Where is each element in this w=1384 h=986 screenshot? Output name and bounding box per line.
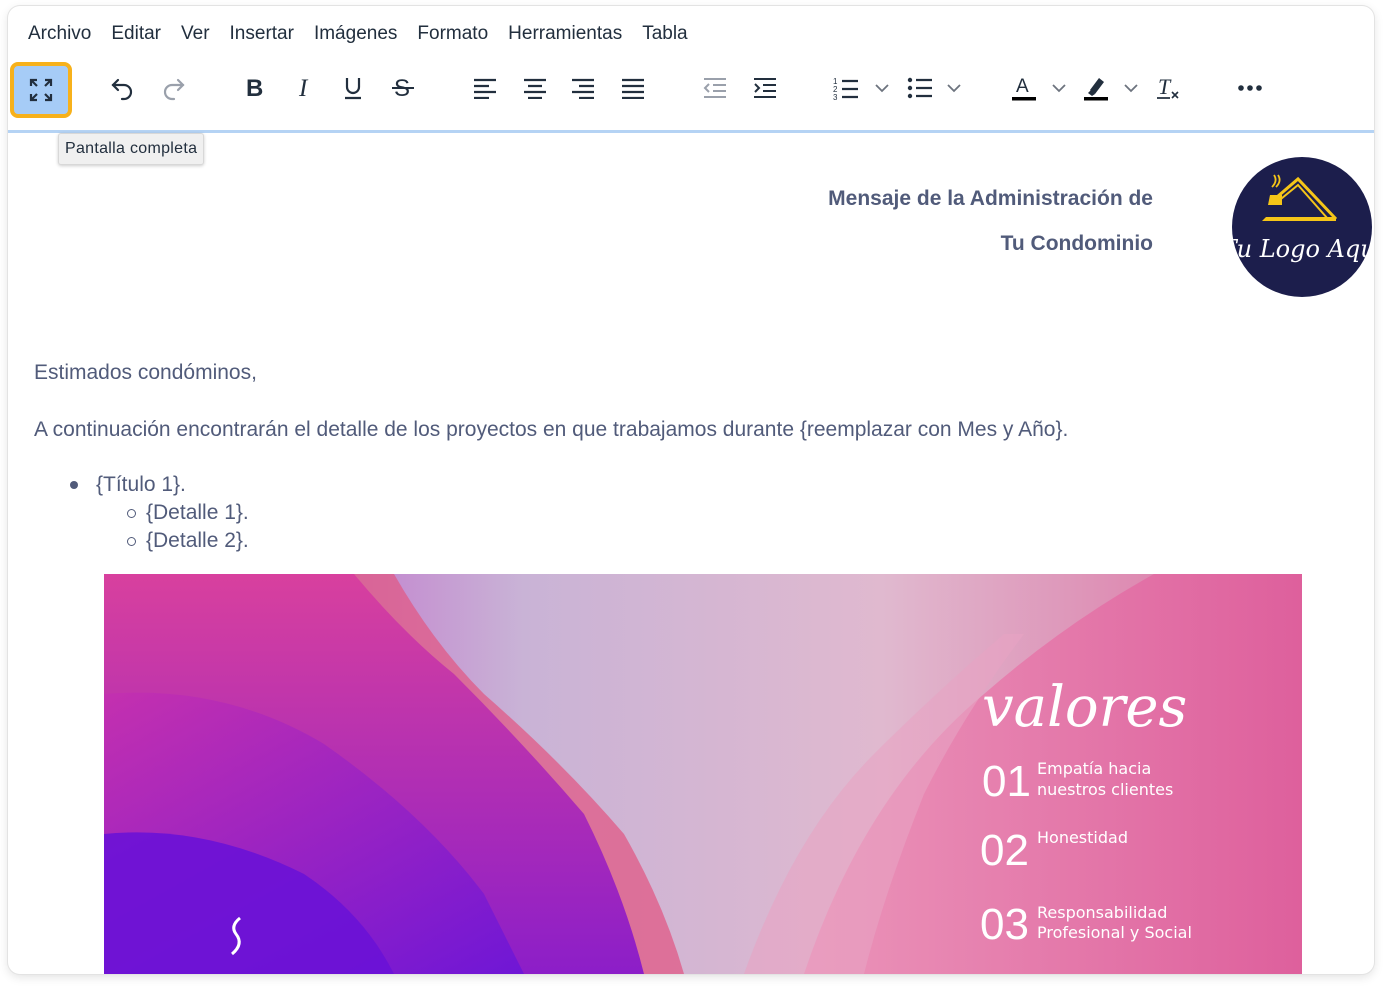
bullet-icon — [127, 508, 136, 518]
indent-button[interactable] — [748, 62, 782, 114]
list-subitem: {Detalle 2}. — [127, 529, 249, 553]
more-button[interactable] — [1232, 62, 1268, 114]
menu-tabla[interactable]: Tabla — [632, 19, 697, 49]
menu-formato[interactable]: Formato — [407, 19, 498, 49]
editor-content[interactable]: Mensaje de la Administración de Tu Condo… — [8, 133, 1374, 974]
align-right-icon — [572, 78, 594, 99]
undo-button[interactable] — [104, 62, 140, 114]
underline-button[interactable] — [336, 62, 370, 114]
outdent-icon — [703, 78, 726, 98]
numbered-list-dropdown[interactable] — [871, 62, 893, 114]
value-number: 02 — [980, 826, 1029, 875]
justify-button[interactable] — [616, 62, 650, 114]
value-label: Empatía hacia — [1037, 759, 1151, 778]
underline-icon — [345, 78, 361, 100]
menu-ver[interactable]: Ver — [171, 19, 220, 49]
text-color-button[interactable]: A — [1008, 62, 1040, 114]
highlight-button[interactable] — [1080, 62, 1112, 114]
chevron-down-icon — [875, 84, 889, 93]
italic-button[interactable]: I — [288, 62, 322, 114]
heading-line-1: Mensaje de la Administración de — [828, 187, 1153, 210]
menu-editar[interactable]: Editar — [101, 19, 171, 49]
bold-button[interactable]: B — [238, 62, 272, 114]
strikethrough-button[interactable]: S — [386, 62, 420, 114]
list-item-text: {Título 1}. — [96, 473, 186, 496]
align-right-button[interactable] — [566, 62, 600, 114]
logo-image: Tu Logo Aquí — [1232, 157, 1372, 297]
menu-imagenes[interactable]: Imágenes — [304, 19, 407, 49]
value-label: Honestidad — [1037, 828, 1128, 847]
list-item: {Título 1}. — [70, 473, 186, 497]
value-item-1: 01 Empatía hacia nuestros clientes — [982, 757, 1173, 806]
text-color-dropdown[interactable] — [1048, 62, 1070, 114]
svg-text:A: A — [1016, 76, 1029, 97]
editor-window: Archivo Editar Ver Insertar Imágenes For… — [8, 6, 1374, 974]
align-center-icon — [524, 78, 546, 99]
list-subitem-text: {Detalle 1}. — [146, 501, 249, 524]
svg-text:B: B — [246, 75, 263, 101]
undo-icon — [111, 78, 133, 101]
value-label: Profesional y Social — [1037, 923, 1192, 942]
greeting-text: Estimados condóminos, — [34, 361, 257, 384]
toolbar: B I S 123 A T — [8, 62, 1374, 124]
indent-icon — [754, 78, 776, 98]
values-banner-image[interactable]: valores 01 Empatía hacia nuestros client… — [104, 574, 1302, 974]
bold-icon: B — [246, 75, 263, 101]
align-left-icon — [474, 78, 496, 99]
svg-text:T: T — [1158, 74, 1172, 99]
chevron-down-icon — [947, 84, 961, 93]
value-number: 01 — [982, 757, 1031, 806]
outdent-button[interactable] — [698, 62, 732, 114]
italic-icon: I — [298, 75, 309, 101]
clear-formatting-icon: T — [1157, 74, 1179, 99]
bullet-list-icon — [907, 77, 932, 99]
svg-text:I: I — [298, 75, 309, 101]
menu-insertar[interactable]: Insertar — [220, 19, 304, 49]
highlight-icon — [1084, 78, 1108, 101]
bullet-list-button[interactable] — [904, 62, 936, 114]
redo-icon — [163, 78, 185, 101]
menubar: Archivo Editar Ver Insertar Imágenes For… — [8, 18, 698, 50]
numbered-list-icon: 123 — [833, 77, 858, 100]
value-label: nuestros clientes — [1037, 780, 1173, 799]
menu-archivo[interactable]: Archivo — [18, 19, 101, 49]
fullscreen-tooltip: Pantalla completa — [58, 133, 205, 165]
list-subitem-text: {Detalle 2}. — [146, 529, 249, 552]
align-justify-icon — [622, 78, 644, 99]
text-color-icon: A — [1012, 76, 1036, 101]
align-center-button[interactable] — [518, 62, 552, 114]
menu-herramientas[interactable]: Herramientas — [498, 19, 632, 49]
value-label: Responsabilidad — [1037, 903, 1167, 922]
fullscreen-icon — [29, 78, 53, 102]
fullscreen-button[interactable] — [10, 62, 72, 118]
redo-button[interactable] — [156, 62, 192, 114]
more-icon — [1238, 85, 1262, 91]
svg-text:3: 3 — [833, 93, 838, 100]
banner-title: valores — [982, 675, 1187, 740]
align-left-button[interactable] — [468, 62, 502, 114]
heading-line-2: Tu Condominio — [1000, 232, 1153, 255]
list-subitem: {Detalle 1}. — [127, 501, 249, 525]
value-item-3: 03 Responsabilidad Profesional y Social — [980, 900, 1192, 949]
intro-text: A continuación encontrarán el detalle de… — [34, 418, 1069, 441]
bullet-icon — [70, 481, 78, 489]
logo-text: Tu Logo Aquí — [1232, 235, 1372, 263]
bullet-icon — [127, 536, 136, 546]
chevron-down-icon — [1124, 84, 1138, 93]
highlight-dropdown[interactable] — [1120, 62, 1142, 114]
value-number: 03 — [980, 900, 1029, 949]
chevron-down-icon — [1052, 84, 1066, 93]
numbered-list-button[interactable]: 123 — [830, 62, 862, 114]
strikethrough-icon: S — [392, 75, 414, 101]
clear-formatting-button[interactable]: T — [1152, 62, 1184, 114]
bullet-list-dropdown[interactable] — [943, 62, 965, 114]
